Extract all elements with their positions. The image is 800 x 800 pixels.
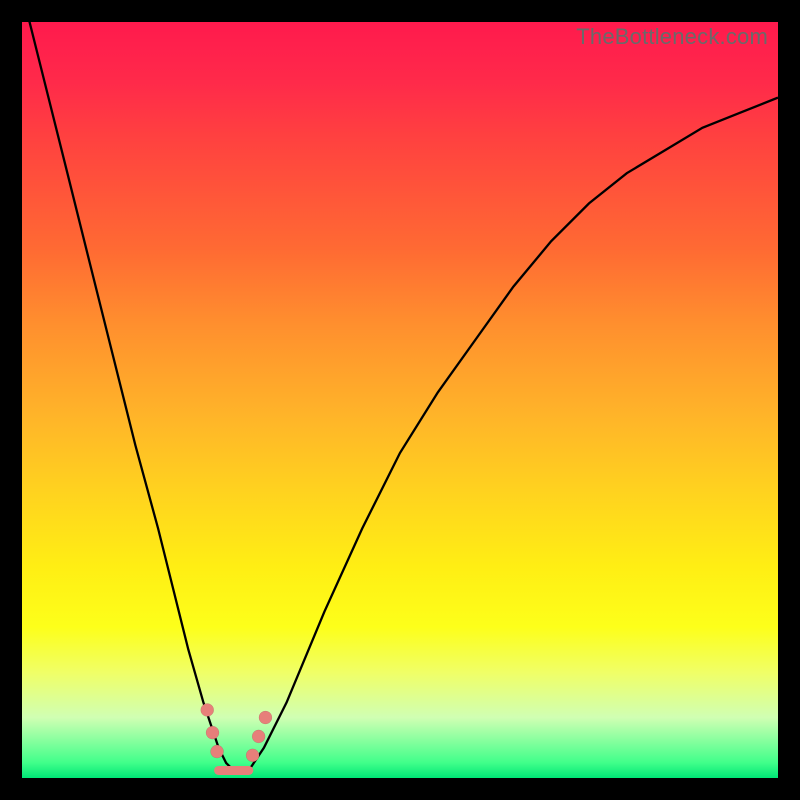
- bead-marker: [246, 749, 259, 762]
- bead-marker: [259, 711, 272, 724]
- bead-marker: [252, 730, 265, 743]
- bead-marker: [211, 745, 224, 758]
- bottleneck-curve: [22, 22, 778, 778]
- bead-marker: [201, 703, 214, 716]
- curve-line: [22, 22, 778, 770]
- bead-marker: [206, 726, 219, 739]
- plot-area: TheBottleneck.com: [22, 22, 778, 778]
